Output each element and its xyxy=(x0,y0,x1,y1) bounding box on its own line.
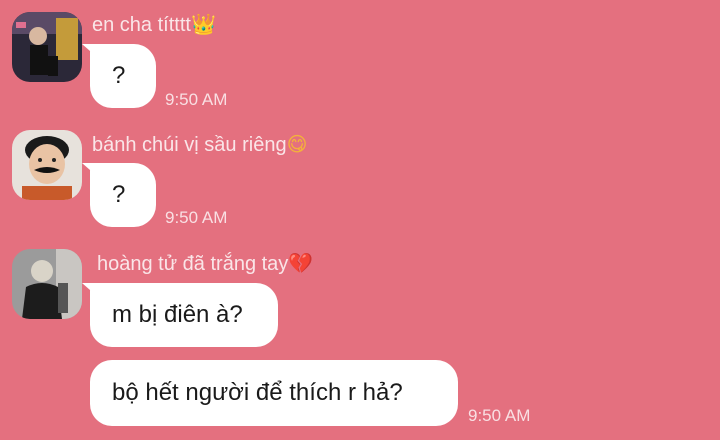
message-text: bộ hết người để thích r hả? xyxy=(112,379,403,406)
message-bubble[interactable]: ? xyxy=(90,44,156,108)
crown-icon: 👑 xyxy=(190,12,216,36)
sender-name: hoàng tử đã trắng tay💔 xyxy=(97,251,313,276)
message-text: ? xyxy=(112,181,126,208)
avatar-photo-icon xyxy=(12,249,82,319)
message-bubble[interactable]: ? xyxy=(90,163,156,227)
avatar[interactable] xyxy=(12,12,82,82)
message-text: ? xyxy=(112,62,126,89)
avatar-photo-icon xyxy=(12,12,82,82)
sender-name-text: bánh chúi vị sầu riêng xyxy=(92,134,287,156)
sender-name-text: en cha títttt xyxy=(92,14,191,36)
message-bubble[interactable]: bộ hết người để thích r hả? xyxy=(90,360,458,426)
avatar[interactable] xyxy=(12,249,82,319)
yum-face-icon: 😋 xyxy=(286,132,308,156)
message-text: m bị điên à? xyxy=(112,301,243,328)
message-bubble[interactable]: m bị điên à? xyxy=(90,283,278,347)
message-timestamp: 9:50 AM xyxy=(165,208,228,227)
avatar[interactable] xyxy=(12,130,82,200)
message-timestamp: 9:50 AM xyxy=(165,90,228,109)
message-timestamp: 9:50 AM xyxy=(468,406,531,425)
sender-name: en cha títttt👑 xyxy=(92,12,216,37)
sender-name-text: hoàng tử đã trắng tay xyxy=(97,253,289,275)
sender-name: bánh chúi vị sầu riêng😋 xyxy=(92,132,307,157)
avatar-photo-icon xyxy=(12,130,82,200)
broken-heart-icon: 💔 xyxy=(288,251,314,275)
